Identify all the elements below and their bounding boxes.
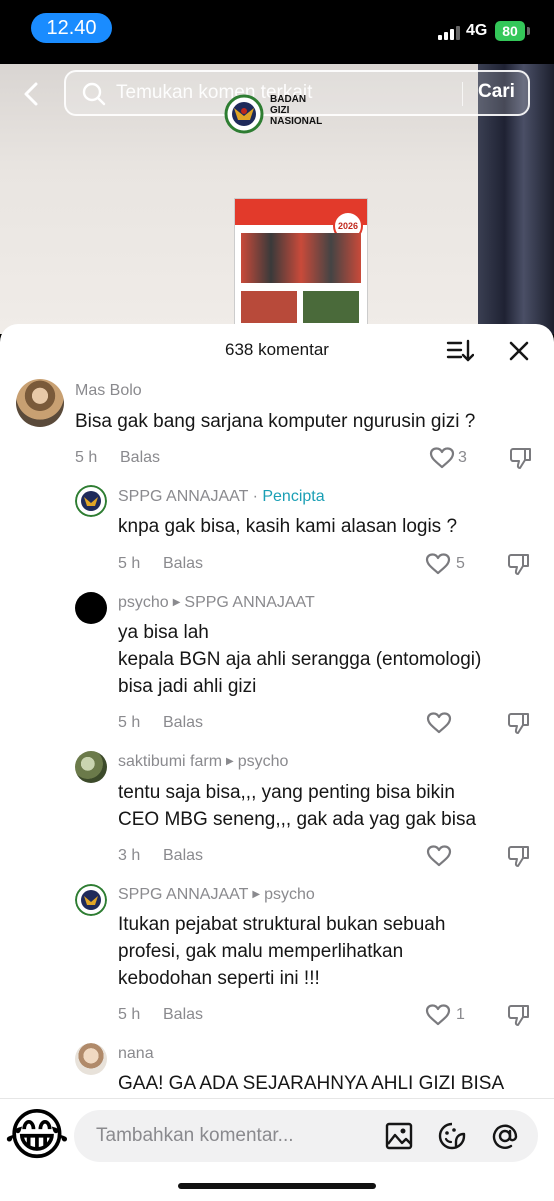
mention-icon[interactable]	[491, 1122, 519, 1150]
avatar[interactable]	[16, 379, 64, 427]
like-heart-icon[interactable]	[429, 446, 455, 470]
creator-tag: Pencipta	[262, 488, 325, 505]
reply-button[interactable]: Balas	[163, 555, 203, 573]
comment-time: 5 h	[118, 555, 141, 572]
avatar[interactable]	[75, 592, 107, 624]
battery-level: 80	[502, 23, 518, 39]
reply-arrow-icon: ▶	[226, 756, 234, 767]
search-button[interactable]: Cari	[478, 81, 515, 103]
battery-icon: 80	[495, 21, 525, 41]
like-count: 5	[456, 555, 465, 572]
status-time: 12.40	[31, 13, 112, 43]
reply-button[interactable]: Balas	[120, 449, 160, 467]
like-count: 3	[458, 449, 467, 466]
dislike-icon[interactable]	[507, 552, 531, 576]
comment-text: GAA! GA ADA SEJARAHNYA AHLI GIZI BISA	[118, 1073, 505, 1094]
comment-time: 5 h	[118, 714, 141, 731]
reply-to: psycho	[237, 753, 289, 770]
comment-text: tentu saja bisa,,, yang penting bisa bik…	[118, 782, 477, 830]
reply-arrow-icon: ▶	[252, 889, 261, 900]
like-heart-icon[interactable]	[426, 711, 452, 735]
comment-author[interactable]: saktibumi farm ▶ psycho	[118, 753, 288, 771]
avatar[interactable]	[75, 751, 107, 783]
logo-text: BADAN GIZI NASIONAL	[270, 94, 323, 127]
comment-time: 5 h	[118, 1006, 141, 1023]
reply-to: psycho	[264, 886, 315, 903]
comment-author[interactable]: SPPG ANNAJAAT · Pencipta	[118, 488, 325, 506]
comment-author[interactable]: SPPG ANNAJAAT ▶ psycho	[118, 886, 315, 904]
network-type: 4G	[466, 22, 488, 39]
comment-text: Bisa gak bang sarjana komputer ngurusin …	[75, 411, 476, 432]
like-heart-icon[interactable]	[426, 844, 452, 868]
close-icon[interactable]	[508, 340, 530, 362]
reply-button[interactable]: Balas	[163, 714, 203, 732]
dislike-icon[interactable]	[509, 446, 533, 470]
battery-tip	[527, 27, 530, 35]
avatar[interactable]	[75, 884, 107, 916]
like-heart-icon[interactable]	[425, 552, 451, 576]
comment-text: knpa gak bisa, kasih kami alasan logis ?	[118, 516, 458, 537]
dislike-icon[interactable]	[507, 711, 531, 735]
sort-icon[interactable]	[446, 338, 474, 364]
avatar[interactable]	[75, 485, 107, 517]
like-count: 1	[456, 1006, 465, 1023]
search-divider	[462, 82, 463, 106]
comment-input-placeholder[interactable]: Tambahkan komentar...	[96, 1125, 294, 1147]
calendar-poster: 2026	[234, 198, 368, 330]
bgn-logo	[224, 94, 264, 134]
laughing-emoji-icon[interactable]: 😂	[4, 1104, 70, 1170]
dislike-icon[interactable]	[507, 844, 531, 868]
reply-to: SPPG ANNAJAAT	[184, 594, 315, 611]
like-heart-icon[interactable]	[425, 1003, 451, 1027]
name-separator: ·	[248, 488, 263, 505]
comment-author[interactable]: nana	[118, 1045, 154, 1063]
comment-time: 5 h	[75, 449, 98, 466]
comment-text: Itukan pejabat struktural bukan sebuah p…	[118, 914, 446, 989]
avatar[interactable]	[75, 1043, 107, 1075]
reply-button[interactable]: Balas	[163, 1006, 203, 1024]
sticker-icon[interactable]	[438, 1122, 466, 1150]
dislike-icon[interactable]	[507, 1003, 531, 1027]
cellular-signal-icon	[438, 24, 462, 40]
comment-time: 3 h	[118, 847, 141, 864]
comment-text: ya bisa lah kepala BGN aja ahli serangga…	[118, 622, 482, 697]
comment-author[interactable]: Mas Bolo	[75, 382, 142, 400]
status-bar: 12.40 4G 80	[0, 0, 554, 64]
reply-button[interactable]: Balas	[163, 847, 203, 865]
home-indicator	[178, 1183, 376, 1189]
image-icon[interactable]	[385, 1122, 413, 1150]
search-icon	[82, 82, 106, 106]
comment-author[interactable]: psycho ▶ SPPG ANNAJAAT	[118, 594, 315, 612]
back-chevron-icon[interactable]	[18, 80, 46, 108]
reply-arrow-icon: ▶	[172, 597, 181, 608]
